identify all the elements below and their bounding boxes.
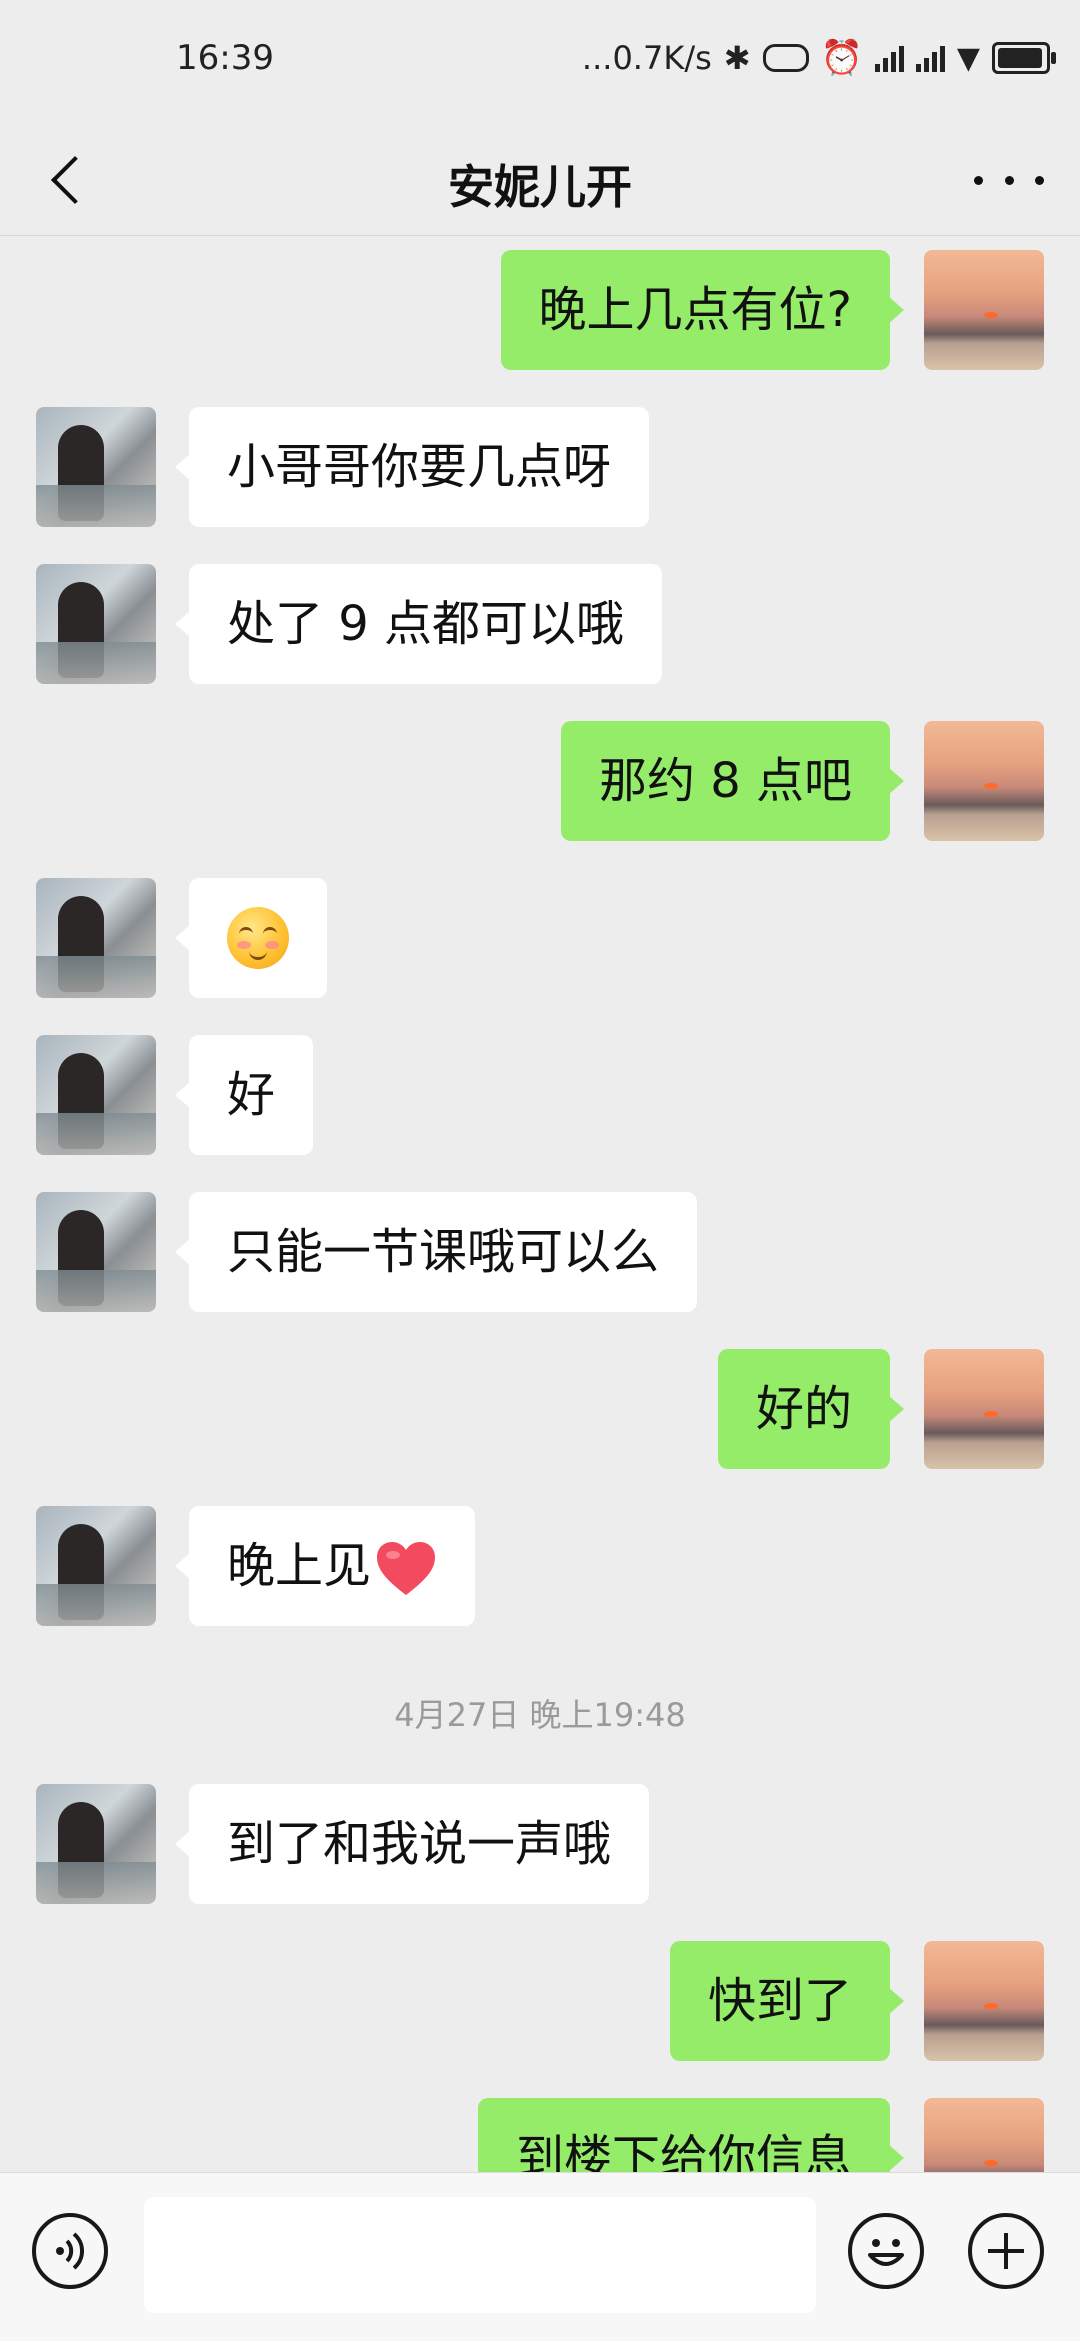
my-avatar[interactable]	[924, 2098, 1044, 2172]
message-row: 处了 9 点都可以哦	[0, 564, 1080, 684]
alarm-icon: ⏰	[820, 38, 863, 78]
red-heart-emoji-icon	[377, 1542, 436, 1595]
wifi-icon: ▼	[956, 40, 980, 76]
network-speed: ...0.7K/s	[581, 39, 712, 77]
blushing-smile-emoji-icon	[227, 907, 289, 969]
signal-icon	[874, 44, 904, 72]
chat-header: 安妮儿开	[0, 125, 1080, 236]
status-bar: 16:39 ...0.7K/s ✱ ⏰ ▼	[0, 0, 1080, 125]
message-bubble-sent[interactable]: 好的	[717, 1349, 905, 1469]
message-bubble-received[interactable]: 处了 9 点都可以哦	[174, 564, 663, 684]
message-row: 只能一节课哦可以么	[0, 1192, 1080, 1312]
contact-avatar[interactable]	[36, 564, 156, 684]
contact-avatar[interactable]	[36, 878, 156, 998]
message-row: 好的	[0, 1349, 1080, 1469]
message-row: 快到了	[0, 1941, 1080, 2061]
message-bubble-received[interactable]: 晚上见	[174, 1506, 476, 1626]
message-row: 到楼下给你信息	[0, 2098, 1080, 2172]
input-bar	[0, 2172, 1080, 2341]
smiley-icon[interactable]	[848, 2213, 924, 2289]
status-time: 16:39	[176, 38, 274, 78]
message-row: 晚上几点有位?	[0, 250, 1080, 370]
contact-avatar[interactable]	[36, 1035, 156, 1155]
message-bubble-sent[interactable]: 到楼下给你信息	[477, 2098, 905, 2172]
my-avatar[interactable]	[924, 1941, 1044, 2061]
message-bubble-received[interactable]: 到了和我说一声哦	[174, 1784, 650, 1904]
chat-timestamp: 4月27日 晚上19:48	[394, 1696, 686, 1734]
message-row: 那约 8 点吧	[0, 721, 1080, 841]
message-bubble-received[interactable]: 好	[174, 1035, 314, 1155]
plus-icon[interactable]	[968, 2213, 1044, 2289]
message-bubble-received[interactable]	[175, 878, 327, 998]
my-avatar[interactable]	[924, 250, 1044, 370]
message-row	[0, 878, 1080, 998]
my-avatar[interactable]	[924, 721, 1044, 841]
message-list[interactable]: 晚上几点有位? 小哥哥你要几点呀 处了 9 点都可以哦 那约 8 点吧 好 只能…	[0, 236, 1080, 2172]
hd-signal-icon	[915, 44, 945, 72]
message-row: 小哥哥你要几点呀	[0, 407, 1080, 527]
battery-icon	[992, 42, 1056, 74]
my-avatar[interactable]	[924, 1349, 1044, 1469]
message-row: 到了和我说一声哦	[0, 1784, 1080, 1904]
vibrate-icon	[762, 44, 809, 72]
message-text: 晚上见	[227, 1538, 372, 1594]
message-bubble-sent[interactable]: 晚上几点有位?	[500, 250, 905, 370]
contact-avatar[interactable]	[36, 1784, 156, 1904]
message-bubble-sent[interactable]: 快到了	[669, 1941, 905, 2061]
message-row: 晚上见	[0, 1506, 1080, 1626]
message-bubble-received[interactable]: 只能一节课哦可以么	[174, 1192, 698, 1312]
contact-avatar[interactable]	[36, 1192, 156, 1312]
voice-icon[interactable]	[32, 2213, 108, 2289]
message-bubble-received[interactable]: 小哥哥你要几点呀	[174, 407, 650, 527]
contact-name: 安妮儿开	[448, 160, 632, 214]
message-row: 好	[0, 1035, 1080, 1155]
bluetooth-icon: ✱	[723, 39, 751, 77]
message-input[interactable]	[144, 2197, 816, 2313]
battery-level-fill	[998, 48, 1043, 68]
message-bubble-sent[interactable]: 那约 8 点吧	[560, 721, 905, 841]
contact-avatar[interactable]	[36, 1506, 156, 1626]
contact-avatar[interactable]	[36, 407, 156, 527]
ellipsis-icon[interactable]	[974, 155, 1044, 205]
status-icons: ...0.7K/s ✱ ⏰ ▼	[581, 38, 1056, 78]
